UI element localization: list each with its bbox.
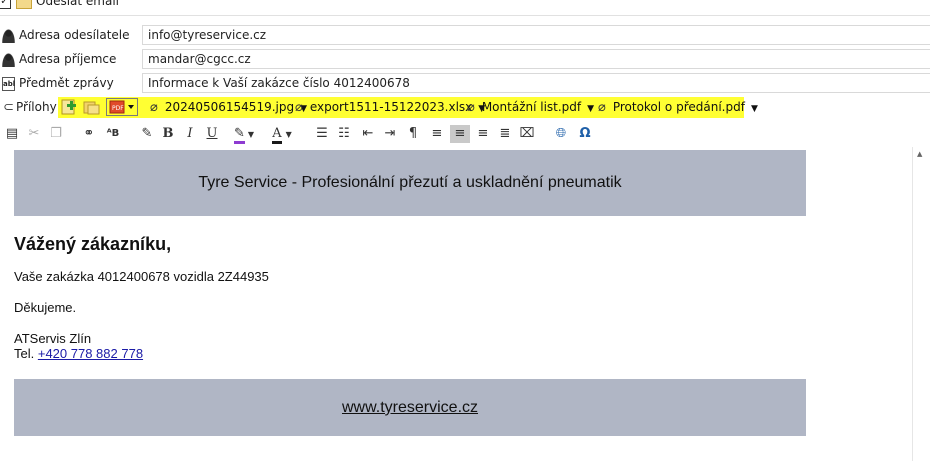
attachments-label: Přílohy — [16, 100, 57, 114]
numbering-icon[interactable]: ☷ — [336, 125, 352, 143]
spellcheck-icon[interactable]: ᴬB — [104, 125, 122, 143]
chevron-down-icon[interactable]: ▼ — [751, 104, 758, 114]
hyperlink-icon[interactable]: 🌐︎ — [552, 125, 570, 143]
tel-label: Tel. — [14, 346, 35, 361]
add-file-icon — [61, 99, 76, 115]
attachment-item[interactable]: ⌀ Protokol o předání.pdf ▼ — [598, 100, 758, 115]
paperclip-icon: ⌀ — [467, 100, 475, 115]
pdf-dropdown-button[interactable]: PDF — [106, 98, 138, 116]
website-link[interactable]: www.tyreservice.cz — [342, 399, 478, 416]
scroll-up-icon[interactable]: ▲ — [917, 150, 922, 158]
find-icon[interactable]: ⚭ — [80, 125, 98, 143]
attachment-item[interactable]: ⌀ 20240506154519.jpg ▼ — [150, 100, 307, 115]
sender-row: Adresa odesílatele info@tyreservice.cz — [0, 24, 930, 48]
send-email-row: ✓ Odeslat email — [0, 0, 930, 14]
bullets-icon[interactable]: ☰ — [314, 125, 330, 143]
paperclip-icon: ⌀ — [150, 100, 158, 115]
underline-icon[interactable]: U — [204, 125, 220, 143]
italic-icon[interactable]: I — [182, 125, 198, 143]
paperclip-icon: ⌀ — [598, 100, 606, 115]
font-color-icon[interactable]: A ▼ — [266, 125, 298, 144]
cut-icon[interactable]: ✂ — [26, 125, 42, 143]
attachment-name: export1511-15122023.xlsx — [309, 100, 473, 114]
clear-format-icon[interactable]: ⌧ — [518, 125, 536, 143]
paperclip-icon: ⊂ — [3, 100, 14, 115]
envelope-icon — [16, 0, 32, 9]
person-icon — [2, 29, 15, 43]
svg-text:PDF: PDF — [112, 105, 124, 112]
recipient-row: Adresa příjemce mandar@cgcc.cz — [0, 48, 930, 72]
attachment-name: 20240506154519.jpg — [164, 100, 295, 114]
paperclip-icon: ⌀ — [295, 100, 303, 115]
email-body-editor[interactable]: Tyre Service - Profesionální přezutí a u… — [0, 147, 930, 461]
order-line: Vaše zakázka 4012400678 vozidla 2Z44935 — [14, 269, 269, 284]
attachment-name: Protokol o předání.pdf — [612, 100, 745, 114]
subject-row: abl Předmět zprávy Informace k Vaší zaká… — [0, 72, 930, 96]
highlight-icon[interactable]: ✎ ▼ — [228, 125, 260, 144]
send-email-label: Odeslat email — [36, 0, 119, 8]
subject-field[interactable]: Informace k Vaší zakázce číslo 401240067… — [142, 73, 930, 93]
text-field-icon: abl — [2, 77, 15, 91]
copy-icon[interactable]: ❐ — [48, 125, 64, 143]
copy-attachment-button[interactable] — [82, 98, 102, 116]
subject-label: Předmět zprávy — [19, 76, 114, 90]
chevron-down-icon[interactable]: ▼ — [587, 104, 594, 114]
paragraph-icon[interactable]: ¶ — [406, 125, 420, 143]
folder-icon — [83, 101, 100, 115]
outdent-icon[interactable]: ⇤ — [360, 125, 376, 143]
greeting-heading: Vážený zákazníku, — [14, 234, 172, 254]
align-left-icon[interactable]: ≡ — [428, 125, 446, 143]
align-right-icon[interactable]: ≡ — [474, 125, 492, 143]
send-email-checkbox[interactable]: ✓ — [0, 0, 11, 9]
recipient-label: Adresa příjemce — [19, 52, 117, 66]
header-banner: Tyre Service - Profesionální přezutí a u… — [14, 150, 806, 216]
align-center-icon[interactable]: ≡ — [450, 125, 470, 143]
format-painter-icon[interactable]: ✎ — [138, 125, 156, 143]
indent-icon[interactable]: ⇥ — [382, 125, 398, 143]
footer-banner: www.tyreservice.cz — [14, 379, 806, 436]
signature-phone: Tel. +420 778 882 778 — [14, 346, 143, 361]
omega-icon[interactable]: Ω — [576, 125, 594, 143]
sender-label: Adresa odesílatele — [19, 28, 130, 42]
attachment-name: Montážní list.pdf — [481, 100, 582, 114]
vertical-scrollbar[interactable]: ▲ — [912, 147, 930, 461]
bold-icon[interactable]: B — [160, 125, 176, 143]
divider — [0, 15, 930, 16]
attachment-item[interactable]: ⌀ Montážní list.pdf ▼ — [467, 100, 594, 115]
signature-name: ATServis Zlín — [14, 331, 92, 346]
recipient-field[interactable]: mandar@cgcc.cz — [142, 49, 930, 69]
justify-icon[interactable]: ≣ — [496, 125, 514, 143]
pdf-icon: PDF — [109, 100, 134, 114]
paste-icon[interactable]: ▤ — [4, 125, 20, 143]
sender-field[interactable]: info@tyreservice.cz — [142, 25, 930, 45]
attachment-item[interactable]: ⌀ export1511-15122023.xlsx ▼ — [295, 100, 485, 115]
attachments-row: ⊂ Přílohy PDF ⌀ 20240506154519.jpg ▼ ⌀ expo… — [0, 96, 930, 120]
formatting-toolbar: ▤ ✂ ❐ ⚭ ᴬB ✎ B I U ✎ ▼ A ▼ ☰ ☷ ⇤ ⇥ ¶ ≡ ≡ ≡… — [0, 122, 930, 146]
person-icon — [2, 53, 15, 67]
thanks-text: Děkujeme. — [14, 300, 77, 315]
phone-link[interactable]: +420 778 882 778 — [38, 346, 143, 361]
add-attachment-button[interactable] — [60, 98, 78, 116]
